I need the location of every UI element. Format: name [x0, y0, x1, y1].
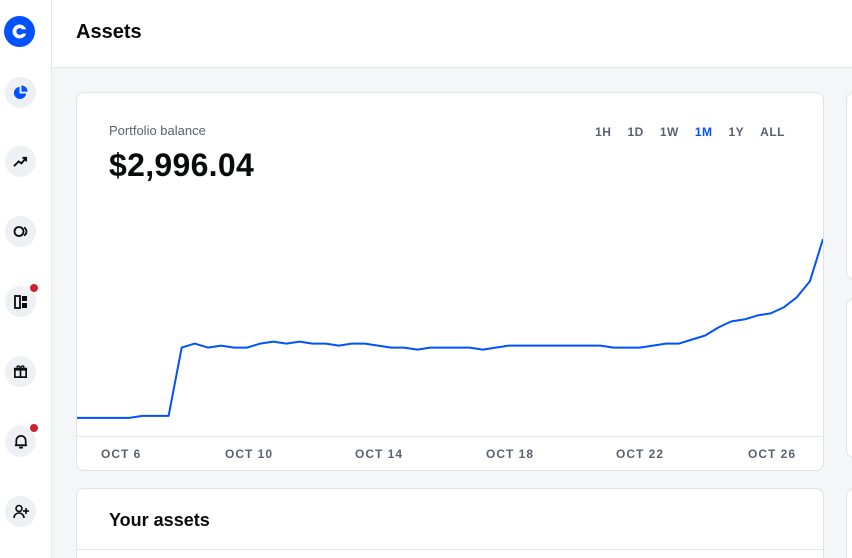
page-title: Assets	[76, 21, 142, 43]
add-user-icon	[12, 504, 29, 519]
range-1h[interactable]: 1H	[595, 125, 611, 139]
gift-icon	[13, 365, 28, 378]
nav-notifications[interactable]	[5, 423, 39, 457]
earn-icon	[13, 226, 27, 237]
range-1d[interactable]: 1D	[627, 125, 643, 139]
side-panel-card	[846, 488, 852, 558]
nav-portfolio[interactable]	[5, 77, 36, 108]
balance-value: $2,996.04	[109, 147, 255, 183]
sidebar	[0, 0, 52, 558]
x-tick-label: OCT 18	[486, 447, 535, 461]
x-tick-label: OCT 26	[748, 447, 797, 461]
your-assets-card: Your assets	[76, 488, 824, 558]
pie-chart-icon	[13, 85, 28, 100]
nav-invite[interactable]	[5, 496, 36, 527]
page-header: Assets	[52, 0, 852, 68]
nav-earn[interactable]	[5, 216, 36, 247]
portfolio-chart[interactable]	[77, 223, 823, 438]
range-1w[interactable]: 1W	[660, 125, 679, 139]
x-tick-label: OCT 22	[616, 447, 665, 461]
x-tick-label: OCT 10	[225, 447, 274, 461]
balance-label: Portfolio balance	[109, 123, 206, 138]
range-all[interactable]: ALL	[760, 125, 785, 139]
x-tick-label: OCT 14	[355, 447, 404, 461]
divider	[77, 549, 823, 550]
range-1m[interactable]: 1M	[695, 125, 713, 139]
nav-dashboard[interactable]	[5, 283, 39, 317]
balance-line	[77, 238, 823, 419]
time-range-selector: 1H 1D 1W 1M 1Y ALL	[579, 125, 785, 139]
assets-title: Your assets	[109, 510, 210, 530]
side-panel-card	[846, 92, 852, 280]
notification-badge	[29, 423, 39, 433]
portfolio-balance-card: Portfolio balance $2,996.04 1H 1D 1W 1M …	[76, 92, 824, 471]
nav-trade[interactable]	[5, 146, 36, 177]
notification-badge	[29, 283, 39, 293]
trending-up-icon	[13, 156, 28, 167]
dashboard-icon	[13, 294, 27, 309]
bell-icon	[14, 435, 27, 449]
chart-x-axis: OCT 6 OCT 10 OCT 14 OCT 18 OCT 22 OCT 26	[77, 436, 823, 470]
side-panel-card	[846, 298, 852, 458]
x-tick-label: OCT 6	[101, 447, 142, 461]
range-1y[interactable]: 1Y	[728, 125, 744, 139]
nav-rewards[interactable]	[5, 356, 36, 387]
coinbase-logo[interactable]	[3, 15, 36, 48]
